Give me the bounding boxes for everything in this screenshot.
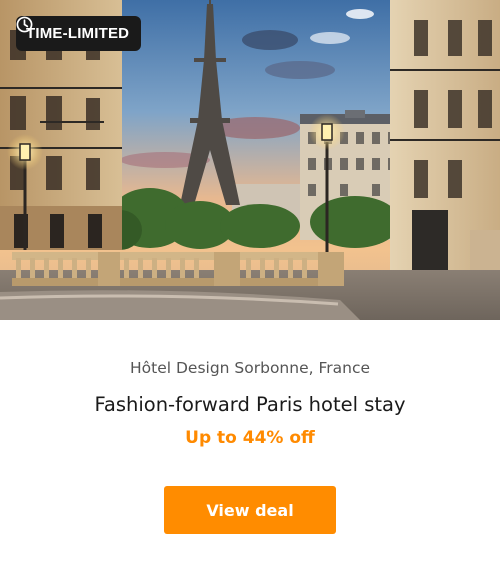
clock-icon [16,16,33,33]
time-limited-badge: TIME-LIMITED [16,16,142,51]
hero-image[interactable]: TIME-LIMITED [0,0,500,320]
view-deal-button[interactable]: View deal [164,486,336,534]
deal-title[interactable]: Fashion-forward Paris hotel stay [0,393,500,416]
hotel-location: Hôtel Design Sorbonne, France [129,359,371,377]
badge-label: TIME-LIMITED [26,25,130,42]
discount-text: Up to 44% off [185,428,315,448]
deal-card[interactable]: TIME-LIMITED Hôtel Design Sorbonne, Fran… [0,0,500,569]
